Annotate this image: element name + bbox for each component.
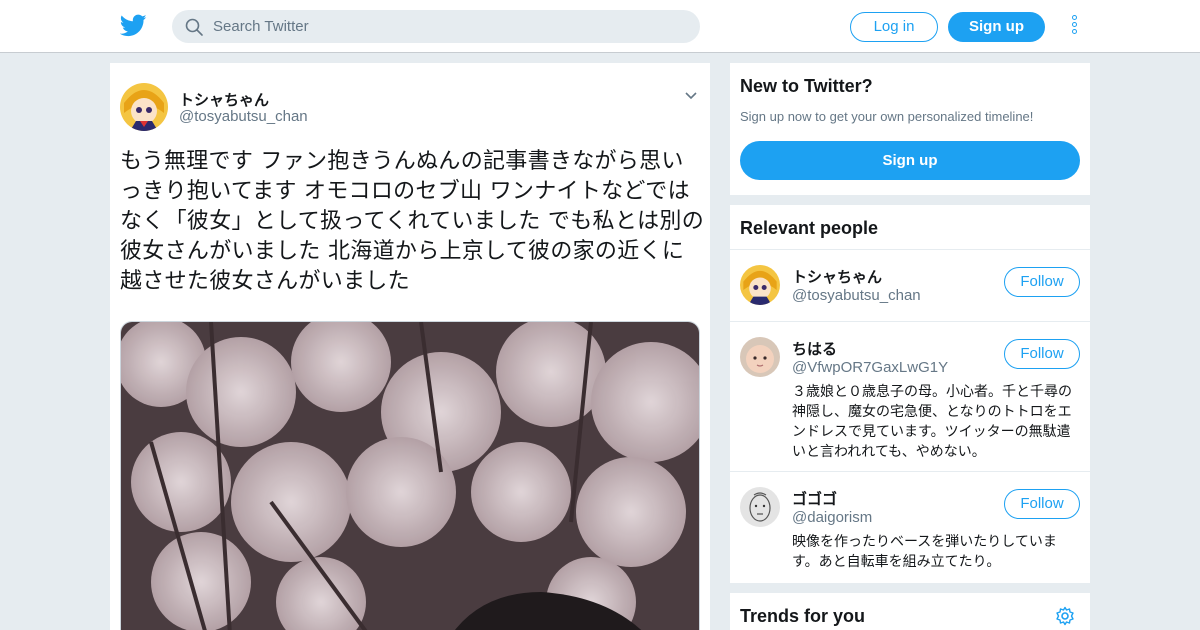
tweet-photo[interactable] xyxy=(120,321,700,630)
signup-large-button[interactable]: Sign up xyxy=(740,141,1080,180)
panel-title: Relevant people xyxy=(740,218,879,238)
person-name[interactable]: ちはる xyxy=(792,338,837,359)
follow-button[interactable]: Follow xyxy=(1004,339,1080,369)
signup-button[interactable]: Sign up xyxy=(948,12,1045,42)
tweet-card: トシャちゃん @tosyabutsu_chan もう無理です ファン抱きうんぬん… xyxy=(110,63,710,630)
author-avatar[interactable] xyxy=(120,83,168,131)
trends-panel: Trends for you xyxy=(730,593,1090,630)
chevron-down-icon[interactable] xyxy=(684,91,698,101)
twitter-bird-icon[interactable] xyxy=(120,12,147,39)
tweet-author-name[interactable]: トシャちゃん xyxy=(179,89,269,110)
avatar[interactable] xyxy=(740,487,780,527)
person-handle[interactable]: @daigorism xyxy=(792,509,872,526)
person-name[interactable]: トシャちゃん xyxy=(792,266,882,287)
tweet-text: もう無理です ファン抱きうんぬんの記事書きながら思いっきり抱いてます オモコロの… xyxy=(120,149,705,294)
top-navigation-bar: Search Twitter Log in Sign up xyxy=(0,0,1200,53)
tweet-author-handle[interactable]: @tosyabutsu_chan xyxy=(179,108,308,125)
gear-icon[interactable] xyxy=(1055,606,1075,626)
person-bio: ３歳娘と０歳息子の母。小心者。千と千尋の神隠し、魔女の宅急便、となりのトトロをエ… xyxy=(792,384,1072,460)
person-handle[interactable]: @VfwpOR7GaxLwG1Y xyxy=(792,359,948,376)
relevant-people-panel: Relevant people トシャちゃん @tosyabutsu_chan … xyxy=(730,205,1090,583)
panel-subtitle: Sign up now to get your own personalized… xyxy=(740,109,1034,124)
search-input[interactable]: Search Twitter xyxy=(213,18,309,35)
avatar[interactable] xyxy=(740,337,780,377)
new-to-twitter-panel: New to Twitter? Sign up now to get your … xyxy=(730,63,1090,195)
login-button[interactable]: Log in xyxy=(850,12,938,42)
follow-button[interactable]: Follow xyxy=(1004,489,1080,519)
more-options-icon[interactable] xyxy=(1068,15,1080,39)
person-bio: 映像を作ったりベースを弾いたりしています。あと自転車を組み立てたり。 xyxy=(792,534,1057,570)
avatar[interactable] xyxy=(740,265,780,305)
person-name[interactable]: ゴゴゴ xyxy=(792,488,837,509)
person-item[interactable]: ちはる @VfwpOR7GaxLwG1Y ３歳娘と０歳息子の母。小心者。千と千尋… xyxy=(730,322,1090,472)
panel-title: Trends for you xyxy=(740,606,866,626)
person-item[interactable]: ゴゴゴ @daigorism 映像を作ったりベースを弾いたりしています。あと自転… xyxy=(730,472,1090,582)
panel-title: New to Twitter? xyxy=(740,76,873,96)
person-handle[interactable]: @tosyabutsu_chan xyxy=(792,287,921,304)
search-box[interactable]: Search Twitter xyxy=(172,10,700,43)
follow-button[interactable]: Follow xyxy=(1004,267,1080,297)
search-icon xyxy=(185,18,203,36)
person-item[interactable]: トシャちゃん @tosyabutsu_chan Follow xyxy=(730,250,1090,322)
